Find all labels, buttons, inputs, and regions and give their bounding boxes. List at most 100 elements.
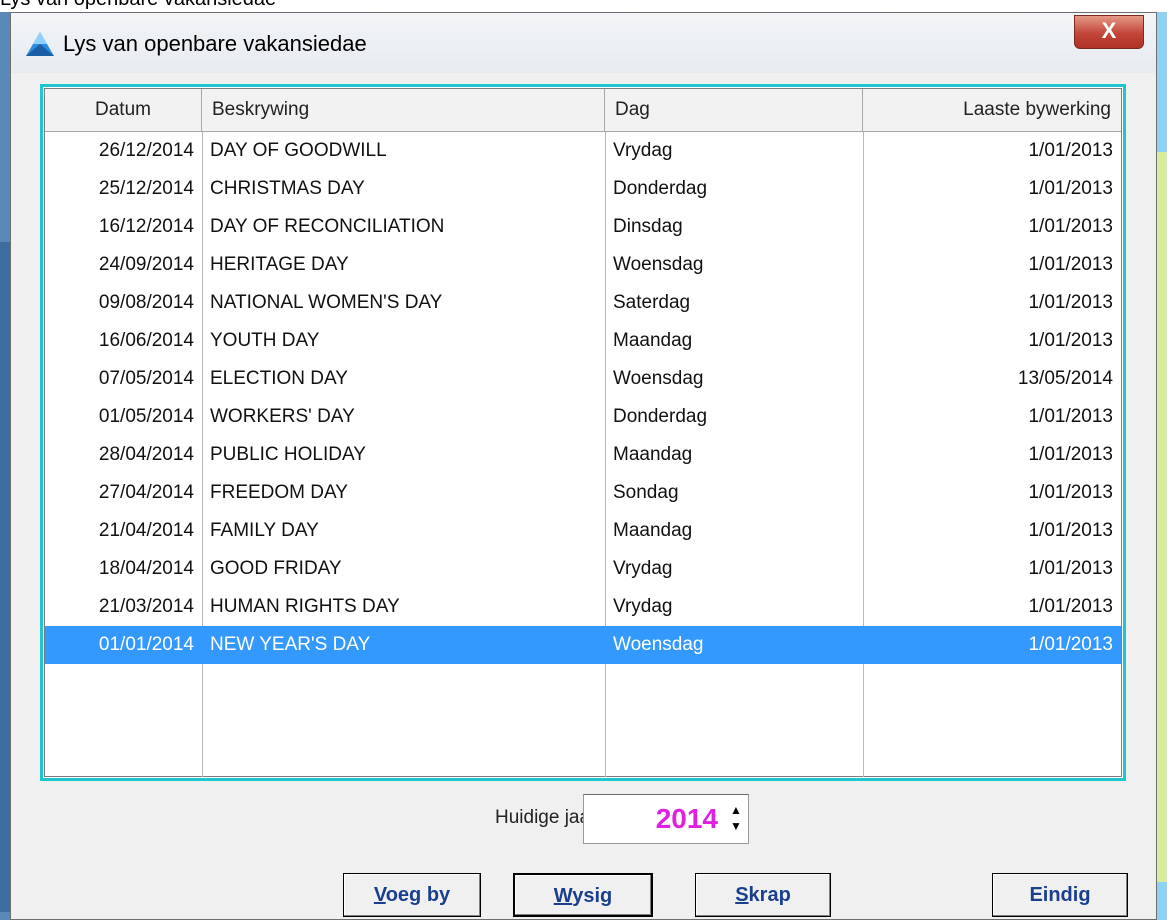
end-button-label: Eindig: [1029, 884, 1091, 906]
cell-datum: 21/04/2014: [98, 520, 194, 541]
cell-laaste-bywerking: 1/01/2013: [1028, 330, 1113, 351]
cell-beskrywing: ELECTION DAY: [210, 368, 348, 389]
cell-beskrywing: FREEDOM DAY: [210, 482, 348, 503]
cell-datum: 21/03/2014: [98, 596, 194, 617]
cell-beskrywing: GOOD FRIDAY: [210, 558, 342, 579]
cell-dag: Maandag: [613, 444, 693, 465]
title-bar[interactable]: Lys van openbare vakansiedae X: [11, 13, 1156, 73]
table-row[interactable]: 07/05/2014 ELECTION DAY Woensdag 13/05/2014: [45, 360, 1121, 398]
current-year-value[interactable]: 2014: [656, 803, 718, 835]
cell-datum: 01/01/2014: [98, 634, 194, 655]
edit-button-hotkey: W: [553, 885, 573, 907]
table-row[interactable]: 26/12/2014 DAY OF GOODWILL Vrydag 1/01/2013: [45, 132, 1121, 170]
holidays-dialog: Lys van openbare vakansiedae X Datum Bes…: [10, 12, 1157, 920]
spin-arrows-icon[interactable]: ▲ ▼: [728, 802, 744, 836]
delete-button[interactable]: Skrap: [695, 873, 831, 917]
cell-beskrywing: YOUTH DAY: [210, 330, 320, 351]
window-title: Lys van openbare vakansiedae: [63, 31, 367, 56]
column-header-beskrywing[interactable]: Beskrywing: [202, 89, 605, 131]
grid-body: Datum Beskrywing Dag Laaste bywerking 26…: [44, 88, 1122, 777]
table-row[interactable]: 28/04/2014 PUBLIC HOLIDAY Maandag 1/01/2013: [45, 436, 1121, 474]
desktop-right-edge: [1157, 12, 1167, 920]
cell-dag: Woensdag: [613, 634, 704, 655]
table-row[interactable]: 01/05/2014 WORKERS' DAY Donderdag 1/01/2013: [45, 398, 1121, 436]
cell-dag: Saterdag: [613, 292, 691, 313]
cell-datum: 27/04/2014: [98, 482, 194, 503]
column-header-datum[interactable]: Datum: [45, 89, 202, 131]
table-row[interactable]: 21/04/2014 FAMILY DAY Maandag 1/01/2013: [45, 512, 1121, 550]
cell-datum: 16/06/2014: [98, 330, 194, 351]
cell-dag: Vrydag: [613, 140, 673, 161]
cell-laaste-bywerking: 1/01/2013: [1028, 178, 1113, 199]
holidays-grid[interactable]: Datum Beskrywing Dag Laaste bywerking 26…: [40, 84, 1126, 781]
cell-dag: Donderdag: [613, 406, 708, 427]
desktop-left-edge: [0, 12, 10, 920]
cell-dag: Maandag: [613, 520, 693, 541]
cell-beskrywing: CHRISTMAS DAY: [210, 178, 365, 199]
current-year-spinner[interactable]: 2014 ▲ ▼: [583, 794, 749, 844]
cell-datum: 28/04/2014: [98, 444, 194, 465]
cell-laaste-bywerking: 1/01/2013: [1028, 444, 1113, 465]
table-row[interactable]: 25/12/2014 CHRISTMAS DAY Donderdag 1/01/201…: [45, 170, 1121, 208]
cell-laaste-bywerking: 1/01/2013: [1028, 482, 1113, 503]
cell-laaste-bywerking: 1/01/2013: [1028, 292, 1113, 313]
table-row[interactable]: 16/12/2014 DAY OF RECONCILIATION Dinsdag 1/…: [45, 208, 1121, 246]
edit-button-label: ysig: [572, 885, 613, 907]
table-row[interactable]: 21/03/2014 HUMAN RIGHTS DAY Vrydag 1/01/201…: [45, 588, 1121, 626]
cell-laaste-bywerking: 1/01/2013: [1028, 634, 1113, 655]
cell-datum: 16/12/2014: [98, 216, 194, 237]
table-row[interactable]: 18/04/2014 GOOD FRIDAY Vrydag 1/01/2013: [45, 550, 1121, 588]
delete-button-hotkey: S: [735, 884, 749, 906]
cell-datum: 26/12/2014: [98, 140, 194, 161]
cell-datum: 07/05/2014: [98, 368, 194, 389]
cell-beskrywing: FAMILY DAY: [210, 520, 319, 541]
cell-datum: 25/12/2014: [98, 178, 194, 199]
app-logo-icon: [26, 32, 54, 56]
table-row[interactable]: 24/09/2014 HERITAGE DAY Woensdag 1/01/2013: [45, 246, 1121, 284]
cell-beskrywing: DAY OF RECONCILIATION: [210, 216, 445, 237]
table-row[interactable]: 09/08/2014 NATIONAL WOMEN'S DAY Saterdag 1/…: [45, 284, 1121, 322]
cell-datum: 09/08/2014: [98, 292, 194, 313]
cell-laaste-bywerking: 1/01/2013: [1028, 140, 1113, 161]
cell-beskrywing: PUBLIC HOLIDAY: [210, 444, 366, 465]
background-window-strip: Lys van openbare vakansiedae: [0, 0, 1167, 12]
close-button[interactable]: X: [1074, 15, 1144, 49]
cell-dag: Dinsdag: [613, 216, 683, 237]
table-row-selected[interactable]: 01/01/2014 NEW YEAR'S DAY Woensdag 1/01/201…: [45, 626, 1121, 664]
edit-button[interactable]: Wysig: [513, 873, 653, 917]
cell-beskrywing: NATIONAL WOMEN'S DAY: [210, 292, 443, 313]
cell-laaste-bywerking: 1/01/2013: [1028, 520, 1113, 541]
cell-dag: Sondag: [613, 482, 679, 503]
cell-dag: Woensdag: [613, 368, 704, 389]
cell-datum: 01/05/2014: [98, 406, 194, 427]
cell-datum: 18/04/2014: [98, 558, 194, 579]
cell-datum: 24/09/2014: [98, 254, 194, 275]
delete-button-label: krap: [748, 884, 791, 906]
cell-dag: Donderdag: [613, 178, 708, 199]
add-button-hotkey: V: [373, 884, 386, 906]
end-button[interactable]: Eindig: [992, 873, 1128, 917]
dialog-content: Datum Beskrywing Dag Laaste bywerking 26…: [11, 73, 1156, 920]
cell-dag: Maandag: [613, 330, 693, 351]
add-button[interactable]: Voeg by: [343, 873, 481, 917]
cell-dag: Vrydag: [613, 558, 673, 579]
grid-header: Datum Beskrywing Dag Laaste bywerking: [45, 89, 1121, 132]
column-header-dag[interactable]: Dag: [605, 89, 863, 131]
cell-laaste-bywerking: 1/01/2013: [1028, 254, 1113, 275]
add-button-label: oeg by: [385, 884, 451, 906]
cell-beskrywing: HERITAGE DAY: [210, 254, 349, 275]
table-row[interactable]: 27/04/2014 FREEDOM DAY Sondag 1/01/2013: [45, 474, 1121, 512]
cell-dag: Vrydag: [613, 596, 673, 617]
close-icon: X: [1101, 18, 1117, 43]
table-row[interactable]: 16/06/2014 YOUTH DAY Maandag 1/01/2013: [45, 322, 1121, 360]
column-header-laaste-bywerking[interactable]: Laaste bywerking: [863, 89, 1121, 131]
spin-up-icon[interactable]: ▲: [728, 802, 744, 818]
cell-dag: Woensdag: [613, 254, 704, 275]
cell-laaste-bywerking: 1/01/2013: [1028, 596, 1113, 617]
spin-down-icon[interactable]: ▼: [728, 818, 744, 834]
cell-laaste-bywerking: 1/01/2013: [1028, 406, 1113, 427]
cell-beskrywing: NEW YEAR'S DAY: [210, 634, 371, 655]
cell-beskrywing: HUMAN RIGHTS DAY: [210, 596, 400, 617]
cell-laaste-bywerking: 13/05/2014: [1017, 368, 1113, 389]
cell-beskrywing: DAY OF GOODWILL: [210, 140, 387, 161]
